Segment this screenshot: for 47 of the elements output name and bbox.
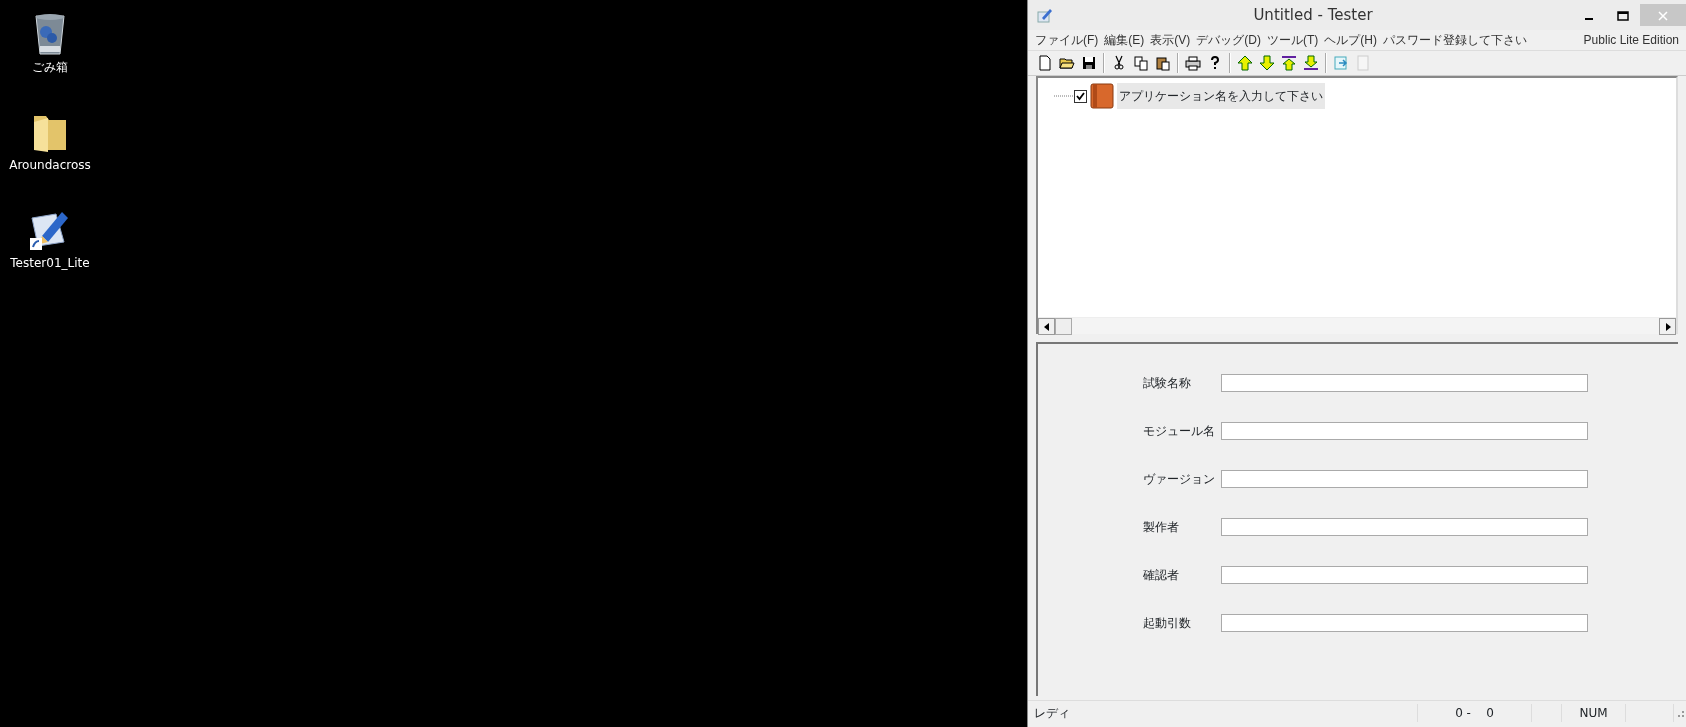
tree-connector-line	[1054, 94, 1074, 98]
text-field[interactable]	[1221, 374, 1588, 392]
menu-item[interactable]: ヘルプ(H)	[1321, 31, 1380, 49]
field-label: 試験名称	[1143, 375, 1192, 392]
arrow-down-icon[interactable]	[1259, 55, 1275, 71]
arrow-down-to-line-icon[interactable]	[1303, 55, 1319, 71]
scroll-right-icon[interactable]	[1659, 318, 1676, 335]
field-label: 製作者	[1143, 519, 1180, 536]
book-icon	[1087, 82, 1117, 110]
scissors-icon[interactable]	[1111, 55, 1127, 71]
app-pencil-icon	[1036, 6, 1054, 24]
text-field[interactable]	[1221, 614, 1588, 632]
arrow-up-to-line-icon[interactable]	[1281, 55, 1297, 71]
scroll-thumb[interactable]	[1055, 318, 1072, 335]
edition-label: Public Lite Edition	[1582, 32, 1680, 49]
menu-item[interactable]: パスワード登録して下さい	[1380, 31, 1530, 49]
clipboard-icon[interactable]	[1155, 55, 1171, 71]
new-document-icon[interactable]	[1037, 55, 1053, 71]
desktop-icon-label[interactable]: ごみ箱	[32, 58, 68, 76]
open-folder-icon[interactable]	[1059, 55, 1075, 71]
copy-pages-icon[interactable]	[1133, 55, 1149, 71]
desktop-icon-label[interactable]: Tester01_Lite	[10, 254, 90, 272]
menu-item[interactable]: 編集(E)	[1101, 31, 1148, 49]
checkbox[interactable]	[1074, 89, 1087, 103]
text-field[interactable]	[1221, 518, 1588, 536]
field-label: ヴァージョン	[1143, 471, 1216, 488]
field-label: 確認者	[1143, 567, 1180, 584]
desktop-icon-label[interactable]: Aroundacross	[9, 156, 91, 174]
window-title: Untitled - Tester	[1252, 4, 1374, 26]
text-field[interactable]	[1221, 422, 1588, 440]
menu-item[interactable]: ファイル(F)	[1032, 31, 1102, 49]
text-field[interactable]	[1221, 566, 1588, 584]
field-label: 起動引数	[1143, 615, 1192, 632]
tree-item[interactable]: アプリケーション名を入力して下さい	[1117, 83, 1325, 109]
maximize-icon[interactable]	[1617, 10, 1629, 21]
num-lock-indicator: NUM	[1562, 703, 1626, 722]
menu-item[interactable]: デバッグ(D)	[1193, 31, 1264, 49]
cursor-position: 0 - 0	[1418, 703, 1532, 722]
menu-item[interactable]: ツール(T)	[1264, 31, 1322, 49]
status-message: レディ	[1028, 703, 1418, 722]
printer-icon[interactable]	[1185, 55, 1201, 71]
arrow-up-icon[interactable]	[1237, 55, 1253, 71]
text-field[interactable]	[1221, 470, 1588, 488]
menu-item[interactable]: 表示(V)	[1147, 31, 1194, 49]
horizontal-scrollbar[interactable]	[1038, 317, 1676, 334]
scroll-left-icon[interactable]	[1038, 318, 1055, 335]
field-label: モジュール名	[1143, 423, 1216, 440]
